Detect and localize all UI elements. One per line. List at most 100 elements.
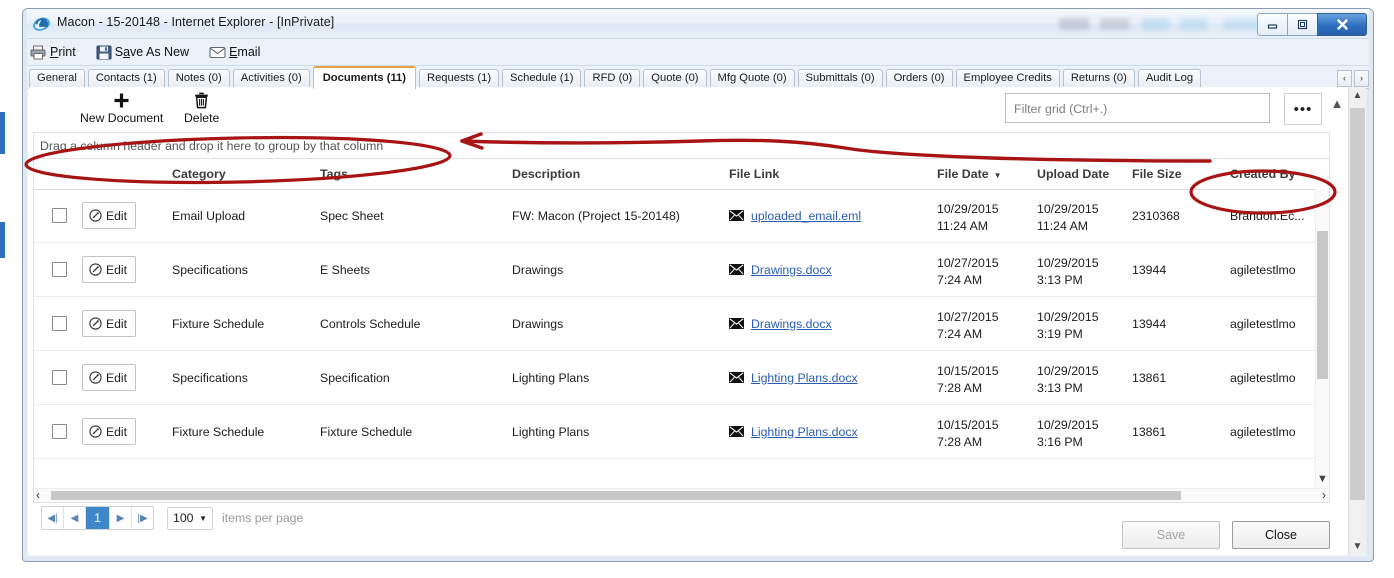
row-checkbox[interactable] — [52, 262, 67, 277]
cell-file-date: 10/15/2015 7:28 AM — [937, 351, 1037, 404]
row-edit-cell[interactable]: Edit — [82, 189, 162, 242]
pager-prev-button[interactable]: ◀ — [64, 507, 86, 529]
row-checkbox-cell[interactable] — [52, 405, 82, 458]
row-checkbox[interactable] — [52, 424, 67, 439]
tab-audit-log[interactable]: Audit Log — [1137, 69, 1202, 88]
column-header-file-size[interactable]: File Size — [1132, 159, 1222, 189]
row-checkbox[interactable] — [52, 316, 67, 331]
column-header-label: Description — [512, 167, 581, 181]
pager-last-button[interactable]: |▶ — [132, 507, 153, 529]
pager-next-button[interactable]: ▶ — [110, 507, 132, 529]
tab-orders-0[interactable]: Orders (0) — [885, 69, 953, 88]
cell-file-size: 13861 — [1132, 405, 1222, 458]
column-header-upload-date[interactable]: Upload Date — [1037, 159, 1137, 189]
tab-schedule-1[interactable]: Schedule (1) — [502, 69, 582, 88]
tab-mfg-quote-0[interactable]: Mfg Quote (0) — [709, 69, 795, 88]
edit-button[interactable]: Edit — [82, 310, 137, 337]
print-button[interactable]: Print — [30, 45, 76, 60]
tab-scroll-prev[interactable]: ‹ — [1337, 70, 1352, 87]
row-edit-cell[interactable]: Edit — [82, 297, 162, 350]
column-header-category[interactable]: Category — [172, 159, 312, 189]
row-edit-cell[interactable]: Edit — [82, 405, 162, 458]
tab-general[interactable]: General — [29, 69, 85, 88]
row-edit-cell[interactable]: Edit — [82, 243, 162, 296]
tab-scroll-next[interactable]: › — [1354, 70, 1369, 87]
cell-file-link[interactable]: uploaded_email.eml — [729, 189, 939, 242]
table-row[interactable]: Edit Specifications E Sheets Drawings Drawin… — [34, 243, 1329, 297]
tab-contacts-1[interactable]: Contacts (1) — [87, 69, 165, 88]
file-link[interactable]: Lighting Plans.docx — [751, 371, 858, 385]
tab-requests-1[interactable]: Requests (1) — [419, 69, 500, 88]
column-header-tags[interactable]: Tags — [320, 159, 500, 189]
row-checkbox-cell[interactable] — [52, 351, 82, 404]
save-button[interactable]: Save — [1122, 521, 1220, 549]
edit-button[interactable]: Edit — [82, 256, 137, 283]
column-header-file-date[interactable]: File Date ▼ — [937, 159, 1037, 189]
edit-button[interactable]: Edit — [82, 364, 137, 391]
row-checkbox-cell[interactable] — [52, 297, 82, 350]
file-link[interactable]: Drawings.docx — [751, 263, 832, 277]
cell-description: FW: Macon (Project 15-20148) — [512, 189, 727, 242]
envelope-icon — [729, 318, 744, 329]
pager-page-1[interactable]: 1 — [86, 507, 110, 529]
chevron-down-icon: ▼ — [199, 513, 207, 523]
page-scroll-down-icon[interactable]: ▼ — [1349, 538, 1366, 555]
tab-rfd-0[interactable]: RFD (0) — [584, 69, 641, 88]
row-checkbox[interactable] — [52, 370, 67, 385]
tab-quote-0[interactable]: Quote (0) — [643, 69, 707, 88]
save-as-new-button[interactable]: Save As New — [96, 45, 189, 60]
column-header-file-link[interactable]: File Link — [729, 159, 939, 189]
column-header-created-by[interactable]: Created By — [1230, 159, 1329, 189]
page-scroll-thumb[interactable] — [1350, 108, 1365, 500]
column-header-description[interactable]: Description — [512, 159, 727, 189]
restore-button[interactable] — [1287, 13, 1318, 36]
close-button[interactable] — [1317, 13, 1367, 36]
tab-notes-0[interactable]: Notes (0) — [167, 69, 230, 88]
pager-first-button[interactable]: ◀| — [42, 507, 64, 529]
page-scroll-up-icon[interactable]: ▲ — [1349, 87, 1366, 104]
file-link[interactable]: Lighting Plans.docx — [751, 425, 858, 439]
page-scrollbar[interactable]: ▲ ▼ — [1348, 87, 1366, 555]
file-link[interactable]: Drawings.docx — [751, 317, 832, 331]
cell-file-link[interactable]: Lighting Plans.docx — [729, 351, 939, 404]
tab-returns-0[interactable]: Returns (0) — [1062, 69, 1135, 88]
tab-submittals-0[interactable]: Submittals (0) — [797, 69, 883, 88]
tab-documents-11[interactable]: Documents (11) — [312, 66, 416, 89]
grid-hscroll-thumb[interactable] — [51, 491, 1181, 500]
chevron-up-icon[interactable]: ▲ — [1328, 96, 1346, 111]
grid-scroll-down-icon[interactable]: ▼ — [1316, 473, 1329, 489]
grid-more-options-button[interactable]: ••• — [1284, 93, 1322, 125]
group-by-drop-area[interactable]: Drag a column header and drop it here to… — [33, 132, 1330, 159]
row-edit-cell[interactable]: Edit — [82, 351, 162, 404]
new-document-button[interactable]: New Document — [80, 91, 163, 125]
table-row[interactable]: Edit Fixture Schedule Fixture Schedule Ligh… — [34, 405, 1329, 459]
row-checkbox-cell[interactable] — [52, 243, 82, 296]
close-button-footer[interactable]: Close — [1232, 521, 1330, 549]
grid-vscroll-thumb[interactable] — [1317, 231, 1328, 379]
grid-scroll-right-icon[interactable]: › — [1322, 488, 1326, 502]
delete-button[interactable]: Delete — [184, 91, 219, 125]
minimize-button[interactable] — [1257, 13, 1288, 36]
tab-employee-credits[interactable]: Employee Credits — [955, 69, 1060, 88]
file-link[interactable]: uploaded_email.eml — [751, 209, 861, 223]
edit-button[interactable]: Edit — [82, 418, 137, 445]
row-checkbox-cell[interactable] — [52, 189, 82, 242]
tab-activities-0[interactable]: Activities (0) — [232, 69, 310, 88]
grid-vertical-scrollbar[interactable]: ▼ — [1315, 189, 1329, 489]
upload-date-value: 10/29/2015 — [1037, 310, 1099, 324]
cell-file-link[interactable]: Drawings.docx — [729, 243, 939, 296]
table-row[interactable]: Edit Email Upload Spec Sheet FW: Macon (Pro… — [34, 189, 1329, 243]
table-row[interactable]: Edit Specifications Specification Lighting … — [34, 351, 1329, 405]
cell-file-link[interactable]: Drawings.docx — [729, 297, 939, 350]
page-size-select[interactable]: 100 ▼ — [167, 506, 213, 530]
file-size-value: 13861 — [1132, 370, 1167, 385]
table-row[interactable]: Edit Fixture Schedule Controls Schedule Dra… — [34, 297, 1329, 351]
email-button[interactable]: Email — [209, 45, 260, 59]
filter-grid-input[interactable]: Filter grid (Ctrl+.) — [1005, 93, 1270, 123]
grid-horizontal-scrollbar[interactable]: ‹ › — [34, 488, 1329, 502]
edit-button[interactable]: Edit — [82, 202, 137, 229]
cell-upload-date: 10/29/2015 3:13 PM — [1037, 351, 1137, 404]
grid-scroll-left-icon[interactable]: ‹ — [36, 488, 40, 502]
cell-file-link[interactable]: Lighting Plans.docx — [729, 405, 939, 458]
row-checkbox[interactable] — [52, 208, 67, 223]
